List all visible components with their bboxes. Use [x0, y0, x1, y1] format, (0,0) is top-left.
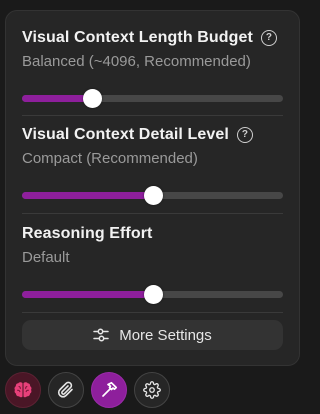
- tools-button[interactable]: [91, 372, 127, 408]
- visual-context-length-title: Visual Context Length Budget: [22, 29, 253, 46]
- divider: [22, 213, 283, 214]
- visual-context-detail-title: Visual Context Detail Level: [22, 126, 229, 143]
- section-title-row: Visual Context Detail Level ?: [22, 124, 283, 146]
- slider-thumb[interactable]: [143, 285, 163, 304]
- visual-context-length-value: Balanced (~4096, Recommended): [22, 53, 251, 70]
- more-settings-label: More Settings: [119, 326, 212, 344]
- gear-icon: [143, 381, 161, 399]
- slider-thumb[interactable]: [83, 89, 103, 108]
- reasoning-effort-value: Default: [22, 249, 70, 266]
- help-icon[interactable]: ?: [236, 127, 253, 143]
- settings-panel: Visual Context Length Budget ? Balanced …: [5, 10, 300, 366]
- slider-thumb[interactable]: [143, 186, 163, 205]
- slider-fill: [22, 95, 93, 102]
- visual-context-detail-value: Compact (Recommended): [22, 150, 198, 167]
- divider: [22, 312, 283, 313]
- sliders-icon: [93, 328, 109, 342]
- help-icon[interactable]: ?: [260, 30, 277, 46]
- settings-button[interactable]: [134, 372, 170, 408]
- bottom-toolbar: [5, 372, 170, 408]
- hammer-icon: [100, 381, 118, 399]
- reasoning-effort-title: Reasoning Effort: [22, 225, 153, 242]
- visual-context-length-slider[interactable]: [22, 88, 283, 108]
- section-title-row: Visual Context Length Budget ?: [22, 27, 283, 49]
- attach-button[interactable]: [48, 372, 84, 408]
- divider: [22, 115, 283, 116]
- reasoning-effort-slider[interactable]: [22, 284, 283, 304]
- slider-fill: [22, 192, 153, 199]
- more-settings-button[interactable]: More Settings: [22, 320, 283, 350]
- section-title-row: Reasoning Effort: [22, 223, 283, 245]
- reasoning-effort-section: Reasoning Effort Default: [22, 223, 283, 304]
- visual-context-length-section: Visual Context Length Budget ? Balanced …: [22, 27, 283, 108]
- brain-icon: [13, 381, 33, 399]
- paperclip-icon: [57, 381, 75, 399]
- brain-button[interactable]: [5, 372, 41, 408]
- visual-context-detail-slider[interactable]: [22, 185, 283, 205]
- slider-fill: [22, 291, 153, 298]
- visual-context-detail-section: Visual Context Detail Level ? Compact (R…: [22, 124, 283, 205]
